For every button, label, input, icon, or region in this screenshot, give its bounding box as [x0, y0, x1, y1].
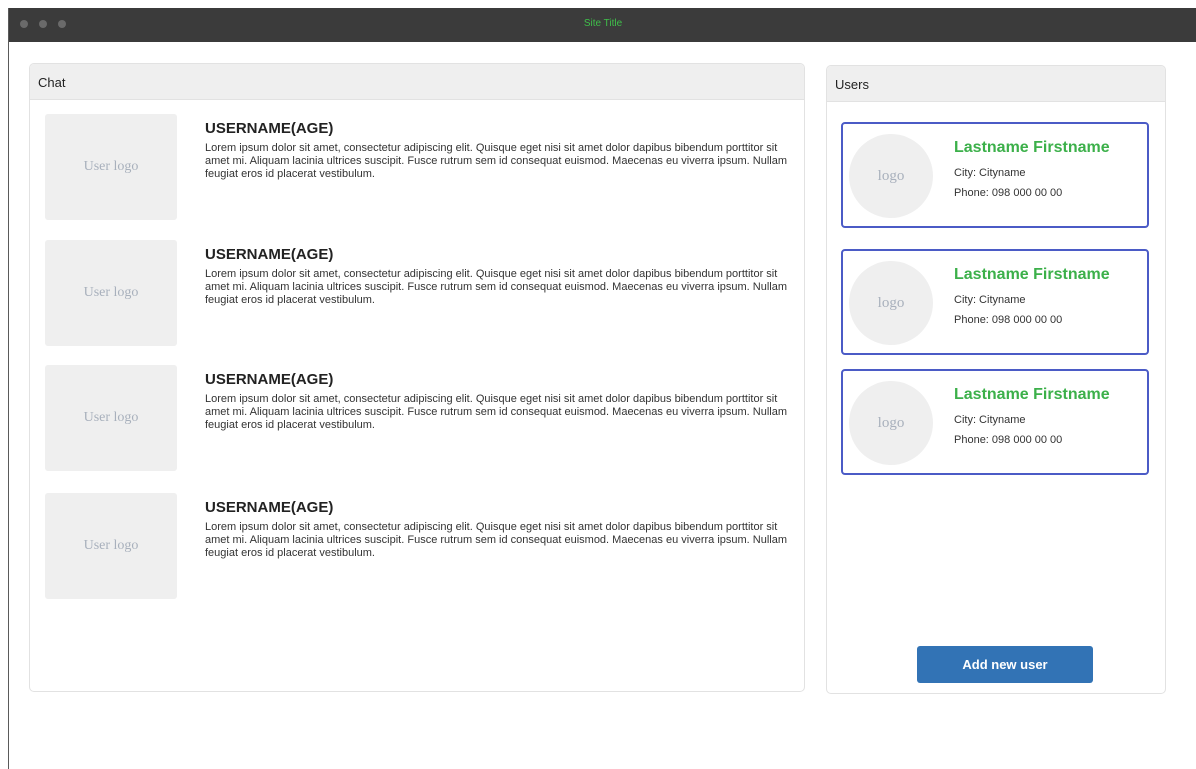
- user-phone: Phone: 098 000 00 00: [954, 434, 1063, 446]
- chat-username: USERNAME(AGE): [205, 499, 334, 516]
- users-panel: Users logo Lastname Firstname City: City…: [826, 65, 1166, 694]
- user-phone: Phone: 098 000 00 00: [954, 314, 1063, 326]
- chat-username: USERNAME(AGE): [205, 246, 334, 263]
- user-card[interactable]: logo Lastname Firstname City: Cityname P…: [841, 122, 1149, 228]
- chat-panel: Chat User logo USERNAME(AGE) Lorem ipsum…: [29, 63, 805, 692]
- user-card[interactable]: logo Lastname Firstname City: Cityname P…: [841, 369, 1149, 475]
- chat-message-text: Lorem ipsum dolor sit amet, consectetur …: [205, 268, 788, 306]
- user-name: Lastname Firstname: [954, 266, 1110, 283]
- user-logo-placeholder: User logo: [45, 240, 177, 346]
- add-user-button[interactable]: Add new user: [917, 646, 1093, 683]
- user-city: City: Cityname: [954, 414, 1026, 426]
- users-panel-header: Users: [827, 66, 1165, 102]
- user-logo-placeholder: User logo: [45, 114, 177, 220]
- chat-message: User logo USERNAME(AGE) Lorem ipsum dolo…: [45, 240, 795, 346]
- user-card-info: Lastname Firstname City: Cityname Phone:…: [954, 386, 1110, 450]
- chat-message: User logo USERNAME(AGE) Lorem ipsum dolo…: [45, 493, 795, 599]
- user-name: Lastname Firstname: [954, 139, 1110, 156]
- chat-message-text: Lorem ipsum dolor sit amet, consectetur …: [205, 142, 788, 180]
- user-city: City: Cityname: [954, 167, 1026, 179]
- user-logo-placeholder: User logo: [45, 365, 177, 471]
- user-avatar: logo: [849, 261, 933, 345]
- chat-message-body: USERNAME(AGE) Lorem ipsum dolor sit amet…: [205, 499, 795, 560]
- title-bar: Site Title: [9, 8, 1196, 42]
- user-name: Lastname Firstname: [954, 386, 1110, 403]
- chat-message-text: Lorem ipsum dolor sit amet, consectetur …: [205, 521, 788, 559]
- chat-panel-header: Chat: [30, 64, 804, 100]
- user-phone: Phone: 098 000 00 00: [954, 187, 1063, 199]
- chat-message: User logo USERNAME(AGE) Lorem ipsum dolo…: [45, 114, 795, 220]
- chat-message-text: Lorem ipsum dolor sit amet, consectetur …: [205, 393, 788, 431]
- user-logo-placeholder: User logo: [45, 493, 177, 599]
- chat-username: USERNAME(AGE): [205, 120, 334, 137]
- chat-message-body: USERNAME(AGE) Lorem ipsum dolor sit amet…: [205, 371, 795, 432]
- user-card[interactable]: logo Lastname Firstname City: Cityname P…: [841, 249, 1149, 355]
- user-card-info: Lastname Firstname City: Cityname Phone:…: [954, 266, 1110, 330]
- user-city: City: Cityname: [954, 294, 1026, 306]
- user-card-info: Lastname Firstname City: Cityname Phone:…: [954, 139, 1110, 203]
- chat-username: USERNAME(AGE): [205, 371, 334, 388]
- user-avatar: logo: [849, 134, 933, 218]
- chat-message-body: USERNAME(AGE) Lorem ipsum dolor sit amet…: [205, 246, 795, 307]
- chat-message-body: USERNAME(AGE) Lorem ipsum dolor sit amet…: [205, 120, 795, 181]
- chat-message: User logo USERNAME(AGE) Lorem ipsum dolo…: [45, 365, 795, 471]
- user-avatar: logo: [849, 381, 933, 465]
- site-title: Site Title: [583, 18, 623, 29]
